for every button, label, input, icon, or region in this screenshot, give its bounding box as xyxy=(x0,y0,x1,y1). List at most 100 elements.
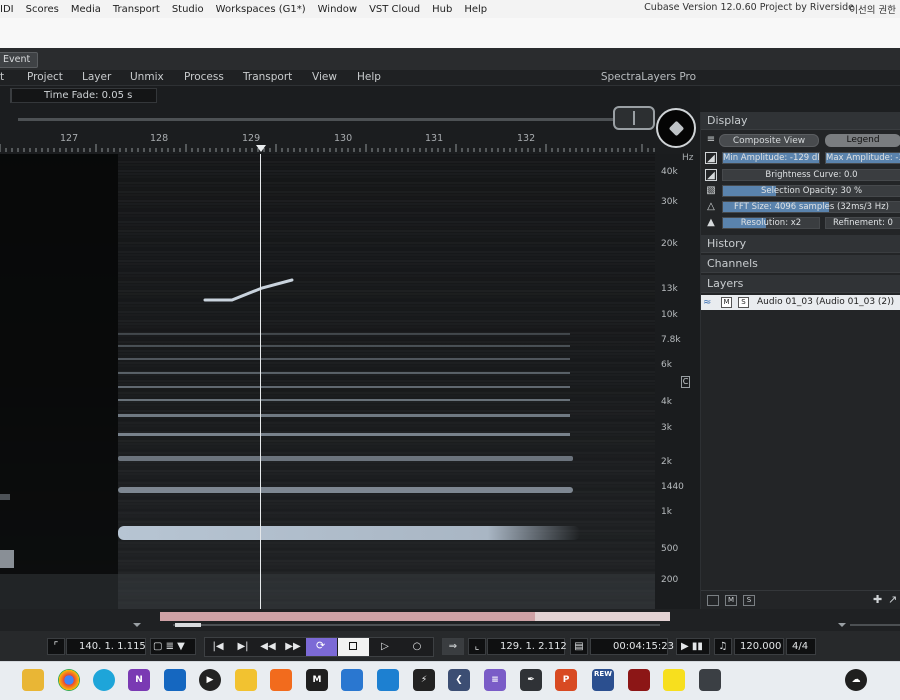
ssd-icon[interactable] xyxy=(699,669,721,691)
file-explorer-icon[interactable] xyxy=(22,669,44,691)
chrome-icon[interactable] xyxy=(58,669,80,691)
bar-label: 130 xyxy=(334,133,353,144)
left-locator-icon[interactable]: ⌜ xyxy=(47,638,65,655)
time-display-icon[interactable]: ▤ xyxy=(570,638,588,655)
rew-icon[interactable]: REW xyxy=(592,669,614,691)
sl-menu-view[interactable]: View xyxy=(312,71,337,83)
layer-row[interactable]: ≈ M S Audio 01_03 (Audio 01_03 (2)) xyxy=(701,295,900,310)
cycle-button[interactable]: ⟳ xyxy=(306,638,337,656)
spectrogram-view[interactable] xyxy=(0,154,655,609)
freq-label: 4k xyxy=(661,397,672,407)
sl-menu-project[interactable]: Project xyxy=(27,71,63,83)
layer-mute-button[interactable]: M xyxy=(721,297,732,308)
horizontal-scroll-track[interactable] xyxy=(18,118,654,121)
cubase-icon[interactable] xyxy=(628,669,650,691)
marker-toggle[interactable]: ▶ ▮▮ xyxy=(676,638,710,655)
maxon-icon[interactable]: M xyxy=(306,669,328,691)
overview-scroll[interactable] xyxy=(0,622,900,631)
layer-solo-button[interactable]: S xyxy=(738,297,749,308)
menu-item-studio[interactable]: Studio xyxy=(172,4,204,15)
go-to-start-icon[interactable]: |◀ xyxy=(206,639,230,655)
cloud-icon[interactable]: ☁ xyxy=(845,669,867,691)
bar-label: 132 xyxy=(517,133,536,144)
play-icon[interactable]: ▷ xyxy=(373,639,397,655)
layers-icon[interactable]: ≡ xyxy=(484,669,506,691)
menu-item-media[interactable]: Media xyxy=(71,4,101,15)
right-position-field[interactable]: 129. 1. 2.112 xyxy=(487,638,567,655)
composite-view-button[interactable]: Composite View xyxy=(719,134,819,147)
time-fade-field[interactable]: Time Fade: 0.05 s xyxy=(10,88,157,103)
layer-add-button[interactable] xyxy=(707,595,719,606)
sl-menu-help[interactable]: Help xyxy=(357,71,381,83)
sl-menu-layer[interactable]: Layer xyxy=(82,71,111,83)
kakaotalk-icon[interactable] xyxy=(663,669,685,691)
frequency-scale: Hz 40k 30k 20k 13k 10k 7.8k 6k 4k 3k 2k … xyxy=(655,153,700,609)
overview-region[interactable] xyxy=(160,612,670,621)
brave-icon[interactable] xyxy=(270,669,292,691)
layer-mute-all-button[interactable]: M xyxy=(725,595,737,606)
menu-item-workspaces[interactable]: Workspaces (G1*) xyxy=(216,4,306,15)
sl-menu-process[interactable]: Process xyxy=(184,71,224,83)
zoom-scroll-handle[interactable] xyxy=(613,106,655,130)
fast-forward-icon[interactable]: ▶▶ xyxy=(281,639,305,655)
pen-icon[interactable]: ✒ xyxy=(520,669,542,691)
channel-badge[interactable]: C xyxy=(681,376,690,388)
punch-icon[interactable]: ⇒ xyxy=(442,638,464,655)
photos-icon[interactable] xyxy=(341,669,363,691)
left-position-field[interactable]: 140. 1. 1.115 xyxy=(66,638,146,655)
min-amplitude-slider[interactable]: Min Amplitude: -129 dB xyxy=(722,152,820,164)
sticky-notes-icon[interactable] xyxy=(235,669,257,691)
menu-item-hub[interactable]: Hub xyxy=(432,4,452,15)
rewind-icon[interactable]: ◀◀ xyxy=(256,639,280,655)
steinberg-icon[interactable]: ❮ xyxy=(448,669,470,691)
time-display-field[interactable]: 00:04:15:23 xyxy=(590,638,674,655)
playhead-marker[interactable] xyxy=(256,145,266,152)
go-to-end-icon[interactable]: ▶| xyxy=(231,639,255,655)
sl-menu-edit[interactable]: t xyxy=(0,71,4,83)
media-player-icon[interactable]: ▶ xyxy=(199,669,221,691)
sl-menu-unmix[interactable]: Unmix xyxy=(130,71,164,83)
fft-size-slider[interactable]: FFT Size: 4096 samples (32ms/3 Hz) xyxy=(722,201,900,213)
layer-solo-all-button[interactable]: S xyxy=(743,595,755,606)
max-amplitude-slider[interactable]: Max Amplitude: -3 xyxy=(825,152,900,164)
vscode-icon[interactable] xyxy=(377,669,399,691)
resolution-slider[interactable]: Resolution: x2 xyxy=(722,217,820,229)
lock-toggle[interactable]: ▢ ≣ ▼ xyxy=(150,638,196,655)
playhead-line[interactable] xyxy=(260,154,261,609)
selection-opacity-slider[interactable]: Selection Opacity: 30 % xyxy=(722,185,900,197)
onenote-icon[interactable]: N xyxy=(128,669,150,691)
metronome-icon[interactable]: ♫ xyxy=(714,638,732,655)
winrar-icon[interactable]: ⚡ xyxy=(413,669,435,691)
brightness-curve-slider[interactable]: Brightness Curve: 0.0 xyxy=(722,169,900,181)
stop-button[interactable] xyxy=(338,638,369,656)
menu-item-vst-cloud[interactable]: VST Cloud xyxy=(369,4,420,15)
menu-item-scores[interactable]: Scores xyxy=(26,4,59,15)
channels-panel-header[interactable]: Channels xyxy=(701,255,900,273)
sl-menu-transport[interactable]: Transport xyxy=(243,71,292,83)
right-locator-icon[interactable]: ⌞ xyxy=(468,638,486,655)
legend-button[interactable]: Legend xyxy=(825,134,900,147)
tempo-field[interactable]: 120.000 xyxy=(734,638,784,655)
navigation-ball[interactable] xyxy=(656,108,696,148)
navigation-cube-icon xyxy=(668,120,685,137)
menu-item-help[interactable]: Help xyxy=(464,4,487,15)
freq-label: 3k xyxy=(661,423,672,433)
event-tab[interactable]: Event xyxy=(0,52,38,68)
window-title: Cubase Version 12.0.60 Project by Rivers… xyxy=(644,2,854,13)
menu-item-window[interactable]: Window xyxy=(318,4,357,15)
menu-item-midi[interactable]: IDI xyxy=(0,4,14,15)
display-panel-header[interactable]: Display xyxy=(701,112,900,130)
record-icon[interactable]: ○ xyxy=(405,639,429,655)
menu-item-transport[interactable]: Transport xyxy=(113,4,160,15)
history-panel-header[interactable]: History xyxy=(701,235,900,253)
selection-opacity-value: Selection Opacity: 30 % xyxy=(760,186,863,196)
layer-options-icon[interactable]: ↗ xyxy=(888,593,897,606)
pdf-icon[interactable]: P xyxy=(555,669,577,691)
refinement-slider[interactable]: Refinement: 0 xyxy=(825,217,900,229)
add-layer-icon[interactable]: ✚ xyxy=(873,593,882,606)
time-signature-field[interactable]: 4/4 xyxy=(786,638,816,655)
outlook-icon[interactable] xyxy=(164,669,186,691)
layers-panel-header[interactable]: Layers xyxy=(701,275,900,293)
overview-selection[interactable] xyxy=(535,612,670,621)
edge-icon[interactable] xyxy=(93,669,115,691)
